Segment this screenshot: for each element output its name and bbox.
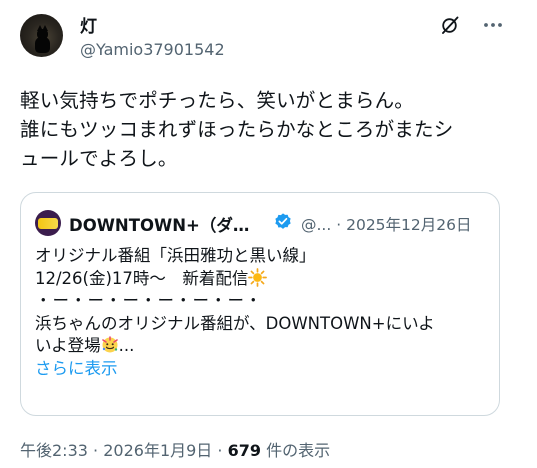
tweet[interactable]: 灯 @Yamio37901542 軽い気持ちでポチったら、笑いがとまらん。 誰に… — [0, 0, 537, 468]
show-more-link[interactable]: さらに表示 — [35, 358, 490, 381]
tweet-time[interactable]: 午後2:33 — [20, 441, 88, 460]
quoted-body-line: いよ登場 ... — [35, 335, 490, 358]
quoted-body-text: 12/26(金)17時～ 新着配信 — [35, 268, 249, 288]
quoted-body-line: ・ー・ー・ー・ー・ー・ー・ — [35, 291, 263, 310]
grok-slash-icon[interactable] — [440, 15, 460, 35]
tweet-text: 軽い気持ちでポチったら、笑いがとまらん。 誰にもツッコまれずほったらかなところが… — [20, 86, 520, 173]
downtown-logo-icon — [38, 217, 58, 229]
tweet-text-line: 誰にもツッコまれずほったらかなところがまたシ — [20, 118, 454, 141]
quoted-meta: @... · 2025年12月26日 — [301, 213, 472, 235]
quoted-author-name[interactable]: DOWNTOWN+（ダ… — [69, 212, 249, 236]
more-dots-icon[interactable] — [482, 14, 504, 36]
quoted-author-avatar[interactable] — [35, 210, 61, 236]
tweet-text-line: 軽い気持ちでポチったら、笑いがとまらん。 — [20, 89, 415, 112]
author-avatar[interactable] — [20, 14, 63, 57]
footer-separator: · — [217, 441, 223, 460]
quoted-body-ellipsis: ... — [118, 336, 135, 355]
author-display-name[interactable]: 灯 — [80, 12, 97, 37]
celebration-emoji-icon — [101, 336, 118, 353]
views-count[interactable]: 679 — [228, 441, 261, 460]
author-handle[interactable]: @Yamio37901542 — [80, 40, 225, 59]
quoted-tweet-card[interactable]: DOWNTOWN+（ダ… @... · 2025年12月26日 オリジナル番組「… — [20, 192, 500, 416]
quoted-date[interactable]: 2025年12月26日 — [346, 216, 471, 234]
avatar-cat-body — [35, 37, 50, 53]
quoted-body-line: 12/26(金)17時～ 新着配信 — [35, 267, 490, 291]
quoted-body: オリジナル番組「浜田雅功と黒い線」 12/26(金)17時～ 新着配信 ・ー・ー… — [35, 245, 490, 380]
tweet-date[interactable]: 2026年1月9日 — [103, 441, 212, 460]
verified-badge-icon — [275, 213, 291, 229]
footer-separator: · — [93, 441, 99, 460]
views-label: 件の表示 — [266, 441, 331, 460]
quoted-body-text: いよ登場 — [35, 336, 101, 355]
quoted-handle[interactable]: @... — [301, 216, 331, 234]
sun-emoji-icon — [248, 267, 268, 287]
meta-separator: · — [336, 216, 342, 234]
quoted-body-line: オリジナル番組「浜田雅功と黒い線」 — [35, 246, 316, 265]
tweet-footer: 午後2:33 · 2026年1月9日 · 679 件の表示 — [20, 437, 330, 461]
quoted-body-line: 浜ちゃんのオリジナル番組が、DOWNTOWN+にいよ — [35, 313, 435, 333]
tweet-text-line: ュールでよろし。 — [20, 147, 178, 170]
